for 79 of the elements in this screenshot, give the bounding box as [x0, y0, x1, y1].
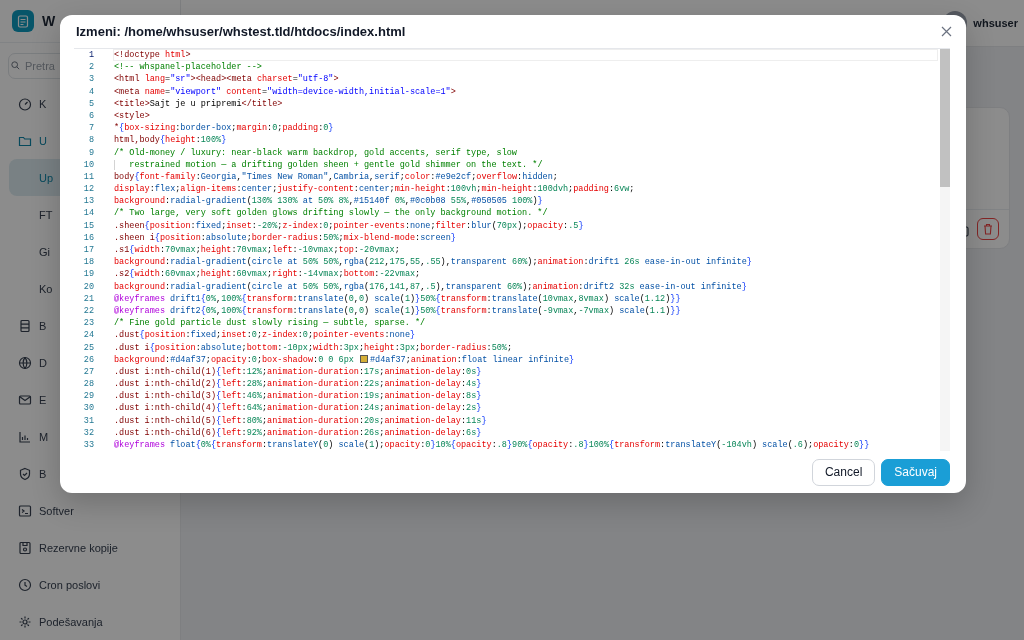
sidebar-label: B: [39, 319, 47, 332]
line-number: 31: [82, 414, 95, 427]
line-number: 12: [82, 183, 95, 196]
sidebar-label: B: [39, 467, 47, 480]
code-line: @keyframes drift1{0%,100%{transform:translate(0,0) scale(1)}50%{transform:translate(10vmax,8vmax) scale(1.12)}}: [113, 292, 682, 305]
code-line: .dust i:nth-child(4){left:64%;animation-duration:24s;animation-delay:2s}: [113, 402, 483, 415]
line-number: 27: [82, 365, 95, 379]
line-number: 4: [87, 85, 95, 98]
line-number: 11: [82, 170, 95, 184]
line-number: 29: [82, 390, 95, 403]
line-number: 26: [82, 353, 95, 366]
code-line: .dust i:nth-child(5){left:80%;animation-duration:20s;animation-delay:11s}: [113, 414, 488, 427]
dialog-title: Izmeni: /home/whsuser/whstest.tld/htdocs/index.html: [76, 24, 406, 39]
line-number: 18: [82, 256, 95, 269]
line-number: 25: [82, 341, 95, 354]
line-number: 30: [82, 402, 95, 415]
code-line: .s1{width:70vmax;height:70vmax;left:-10vmax;top:-20vmax;: [113, 244, 401, 257]
code-line: .sheen{position:fixed;inset:-20%;z-index:0;pointer-events:none;filter:blur(70px);opacity:.5}: [113, 219, 585, 232]
line-number: 15: [82, 219, 95, 232]
line-number: 6: [87, 109, 95, 123]
line-number: 3: [87, 73, 95, 86]
code-line: restrained motion — a drifting golden sheen + gentle gold shimmer on the text. */: [113, 158, 938, 171]
code-line: <!-- whspanel-placeholder -->: [113, 61, 263, 74]
code-line: .dust i:nth-child(1){left:12%;animation-duration:17s;animation-delay:0s}: [113, 365, 483, 379]
line-number: 10: [82, 158, 95, 171]
code-line: <html lang="sr"><head><meta charset="utf-8">: [113, 73, 340, 86]
code-line: .s2{width:60vmax;height:60vmax;right:-14vmax;bottom:-22vmax;: [113, 268, 422, 281]
line-number: 2: [87, 61, 95, 74]
code-line: <meta name="viewport" content="width=device-width,initial-scale=1">: [113, 85, 457, 98]
line-number: 21: [82, 292, 95, 305]
sidebar-label: D: [39, 356, 47, 369]
line-number: 19: [82, 268, 95, 281]
code-line: .dust i:nth-child(6){left:92%;animation-duration:26s;animation-delay:6s}: [113, 426, 483, 439]
line-number: 9: [87, 146, 95, 159]
code-line: /* Fine gold particle dust slowly rising — subtle, sparse. */: [113, 317, 427, 330]
user-name: whsuser: [973, 17, 1018, 29]
sidebar-label: U: [39, 134, 47, 147]
code-line: .sheen i{position:absolute;border-radius:50%;mix-blend-mode:screen}: [113, 231, 457, 244]
code-line: /* Old-money / luxury: near-black warm backdrop, gold accents, serif type, slow: [113, 146, 518, 159]
line-number: 5: [87, 97, 95, 110]
line-number: 33: [82, 439, 95, 452]
line-number: 7: [87, 122, 95, 135]
line-number: 32: [82, 426, 95, 439]
line-number: 22: [82, 304, 95, 318]
sidebar-label: Cron poslovi: [39, 578, 101, 591]
line-number: 13: [82, 195, 95, 208]
sidebar-label: E: [39, 393, 47, 406]
code-line: display:flex;align-items:center;justify-content:center;min-height:100vh;min-height:100dvh;padding:6vw;: [113, 183, 636, 196]
code-line: .dust i{position:absolute;bottom:-10px;width:3px;height:3px;border-radius:50%;: [113, 341, 514, 354]
sidebar-label: Podešavanja: [39, 615, 103, 628]
code-line: @keyframes float{0%{transform:translateY(0) scale(1);opacity:0}10%{opacity:.8}90%{opacity:.8}100%{transform:translateY(-104vh) scale(.6);opacity:0}}: [113, 439, 871, 452]
code-line: .dust i:nth-child(3){left:46%;animation-duration:19s;animation-delay:8s}: [113, 390, 483, 403]
brand-name: W: [42, 13, 56, 29]
sidebar-label: Softver: [39, 504, 74, 517]
sidebar-label: M: [39, 430, 49, 443]
code-line: <style>: [113, 109, 151, 123]
sidebar-label: Rezervne kopije: [39, 541, 118, 554]
sidebar-label: K: [39, 97, 47, 110]
code-line: background:radial-gradient(130% 130% at 50% 8%,#15140f 0%,#0c0b08 55%,#050505 100%)}: [113, 195, 544, 208]
code-line: *{box-sizing:border-box;margin:0;padding:0}: [113, 122, 335, 135]
code-line: body{font-family:Georgia,"Times New Roman",Cambria,serif;color:#e9e2cf;overflow:hidden;: [113, 170, 559, 184]
code-line: background:#d4af37;opacity:0;box-shadow:0 0 6px #d4af37;animation:float linear infinite}: [113, 353, 576, 366]
code-line: /* Two large, very soft golden glows drifting slowly — the only background motion. */: [113, 207, 549, 220]
code-line: .dust{position:fixed;inset:0;z-index:0;pointer-events:none}: [113, 329, 417, 342]
line-number: 24: [82, 329, 95, 342]
line-number: 16: [82, 231, 95, 244]
line-number: 14: [82, 207, 95, 220]
code-line: background:radial-gradient(circle at 50% 50%,rgba(176,141,87,.5),transparent 60%);animation:drift2 32s ease-in-out infinite}: [113, 280, 748, 293]
line-number: 1: [87, 49, 95, 62]
line-number: 28: [82, 378, 95, 391]
code-line: background:radial-gradient(circle at 50% 50%,rgba(212,175,55,.55),transparent 60%);animation:drift1 26s ease-in-out infinite}: [113, 256, 753, 269]
code-line: <title>Sajt je u pripremi</title>: [113, 97, 284, 110]
code-line: html,body{height:100%}: [113, 134, 228, 147]
code-line: .dust i:nth-child(2){left:28%;animation-duration:22s;animation-delay:4s}: [113, 378, 483, 391]
line-number: 20: [82, 280, 95, 293]
line-number: 8: [87, 134, 95, 147]
line-number: 23: [82, 317, 95, 330]
line-number: 17: [82, 244, 95, 257]
code-line: @keyframes drift2{0%,100%{transform:translate(0,0) scale(1)}50%{transform:translate(-9vmax,-7vmax) scale(1.1)}}: [113, 304, 682, 318]
